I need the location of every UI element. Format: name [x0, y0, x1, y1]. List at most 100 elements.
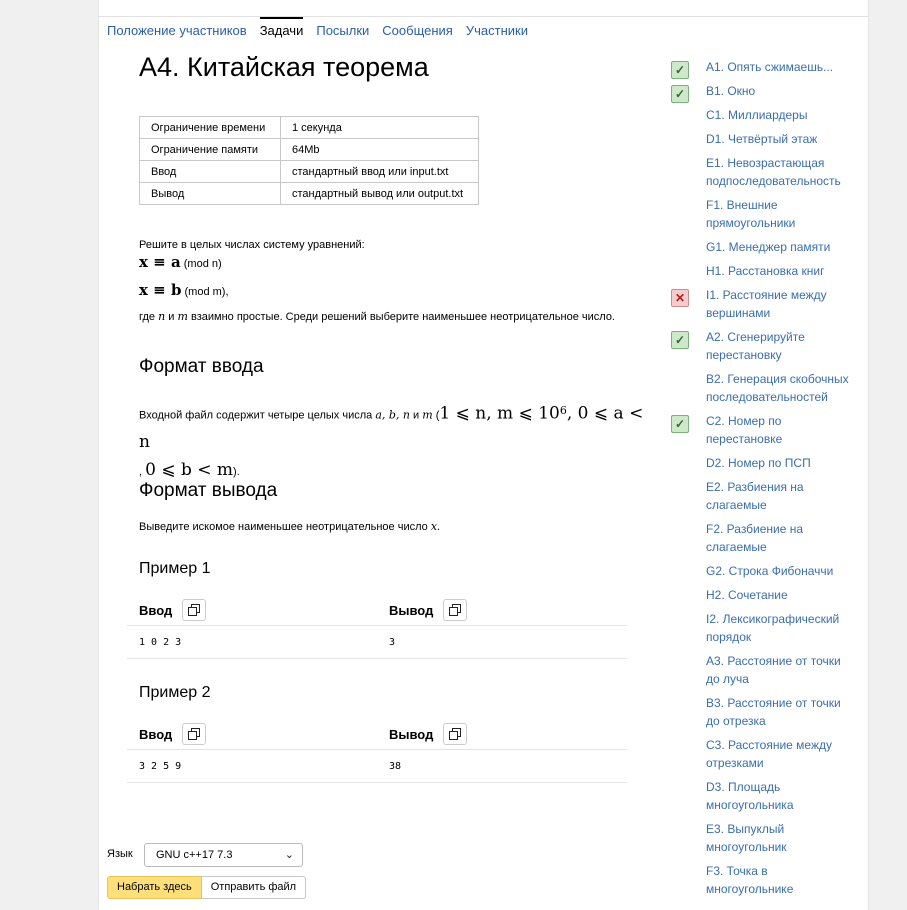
- limit-key: Вывод: [139, 182, 281, 205]
- problem-link-label: D1. Четвёртый этаж: [706, 132, 818, 146]
- input-format-text: Входной файл содержит четыре целых числа…: [139, 398, 649, 485]
- example-input-value: 3 2 5 9: [139, 761, 182, 772]
- problem-link-label: F3. Точка в многоугольнике: [706, 864, 794, 896]
- divider: [127, 625, 627, 626]
- text: .: [437, 521, 441, 533]
- problem-link[interactable]: H2. Сочетание: [671, 586, 851, 604]
- language-label: Язык: [107, 848, 133, 860]
- problem-link[interactable]: ✓ B1. Окно: [671, 82, 851, 103]
- text: взаимно простые. Среди решений выберите …: [187, 311, 615, 323]
- type-here-button[interactable]: Набрать здесь: [107, 876, 202, 899]
- problem-link[interactable]: E3. Выпуклый многоугольник: [671, 820, 851, 856]
- copy-icon[interactable]: [443, 723, 468, 745]
- problem-link[interactable]: E2. Разбиения на слагаемые: [671, 478, 851, 514]
- copy-icon[interactable]: [182, 723, 207, 745]
- problem-link-label: C2. Номер по перестановке: [706, 414, 783, 446]
- language-select[interactable]: GNU c++17 7.3 ⌄: [144, 843, 303, 867]
- copy-icon[interactable]: [443, 599, 468, 621]
- send-file-button[interactable]: Отправить файл: [201, 876, 307, 899]
- divider: [127, 782, 627, 783]
- tab-standings[interactable]: Положение участников: [107, 17, 247, 43]
- example-title: Пример 2: [139, 684, 211, 701]
- tab-messages[interactable]: Сообщения: [382, 17, 453, 43]
- input-format-heading: Формат ввода: [139, 356, 264, 377]
- problem-link[interactable]: A3. Расстояние от точки до луча: [671, 652, 851, 688]
- example-input-header: Ввод: [139, 599, 207, 621]
- problem-link[interactable]: D2. Номер по ПСП: [671, 454, 851, 472]
- example-output-header: Вывод: [389, 599, 468, 621]
- math-expr: 0 ⩽ b < m: [145, 459, 234, 480]
- math-expr: 1 ⩽ n, m ⩽ 10: [439, 403, 560, 424]
- problem-link[interactable]: D3. Площадь многоугольника: [671, 778, 851, 814]
- math-var: a, b, n: [375, 408, 410, 422]
- problem-list: ✓ A1. Опять сжимаешь... ✓ B1. Окно C1. Мил…: [671, 58, 851, 904]
- problem-link-label: G1. Менеджер памяти: [706, 240, 831, 254]
- limit-key: Ограничение времени: [139, 116, 281, 139]
- tab-participants[interactable]: Участники: [466, 17, 528, 43]
- problem-link[interactable]: F3. Точка в многоугольнике: [671, 862, 851, 898]
- example-title: Пример 1: [139, 560, 211, 577]
- contest-tabs: Положение участников Задачи Посылки Сооб…: [107, 17, 528, 43]
- copy-icon[interactable]: [182, 599, 207, 621]
- problem-link-label: I1. Расстояние между вершинами: [706, 288, 827, 320]
- problem-link-label: F2. Разбиение на слагаемые: [706, 522, 804, 554]
- check-icon: ✓: [671, 61, 689, 79]
- problem-link[interactable]: ✓ C2. Номер по перестановке: [671, 412, 851, 448]
- problem-link[interactable]: G1. Менеджер памяти: [671, 238, 851, 256]
- limit-value: 64Mb: [280, 138, 479, 161]
- math-exponent: 6: [559, 404, 567, 417]
- problem-link[interactable]: E1. Невозрастающая подпоследовательность: [671, 154, 851, 190]
- text: Входной файл содержит четыре целых числа: [139, 409, 376, 422]
- problem-link-label: D2. Номер по ПСП: [706, 456, 811, 470]
- cross-icon: ✕: [671, 289, 689, 307]
- example-input-label: Ввод: [139, 602, 173, 618]
- problem-link-label: C3. Расстояние между отрезками: [706, 738, 832, 770]
- problem-link[interactable]: ✕ I1. Расстояние между вершинами: [671, 286, 851, 322]
- table-row: Ограничение памяти 64Mb: [139, 138, 479, 161]
- problem-link[interactable]: B3. Расстояние от точки до отрезка: [671, 694, 851, 730]
- divider: [127, 749, 627, 750]
- problem-link-label: B2. Генерация скобочных последовательнос…: [706, 372, 849, 404]
- problem-link-label: I2. Лексикографический порядок: [706, 612, 840, 644]
- problem-link-label: D3. Площадь многоугольника: [706, 780, 794, 812]
- problem-link[interactable]: C3. Расстояние между отрезками: [671, 736, 851, 772]
- problem-link-label: B3. Расстояние от точки до отрезка: [706, 696, 841, 728]
- problem-link-label: G2. Строка Фибоначчи: [706, 564, 834, 578]
- submit-mode-buttons: Набрать здесь Отправить файл: [107, 876, 307, 899]
- example-input-label: Ввод: [139, 726, 173, 742]
- problem-link[interactable]: I2. Лексикографический порядок: [671, 610, 851, 646]
- problem-link-label: A2. Сгенерируйте перестановку: [706, 330, 805, 362]
- tab-submissions[interactable]: Посылки: [316, 17, 369, 43]
- problem-link[interactable]: B2. Генерация скобочных последовательнос…: [671, 370, 851, 406]
- equation-2: x ≡ b (mod m),: [139, 281, 229, 299]
- problem-link[interactable]: C1. Миллиардеры: [671, 106, 851, 124]
- text: и: [409, 409, 423, 422]
- example-output-label: Вывод: [389, 602, 434, 618]
- example-output-header: Вывод: [389, 723, 468, 745]
- example-output-label: Вывод: [389, 726, 434, 742]
- page-container: Положение участников Задачи Посылки Сооб…: [98, 0, 869, 910]
- limit-value: 1 секунда: [280, 116, 479, 139]
- problem-link[interactable]: F2. Разбиение на слагаемые: [671, 520, 851, 556]
- statement-text-2: где n и m взаимно простые. Среди решений…: [139, 310, 615, 323]
- math-var: m: [422, 408, 433, 422]
- problem-link[interactable]: G2. Строка Фибоначчи: [671, 562, 851, 580]
- problem-link-label: H2. Сочетание: [706, 588, 788, 602]
- problem-link[interactable]: ✓ A1. Опять сжимаешь...: [671, 58, 851, 79]
- text: ).: [233, 465, 240, 478]
- limits-table: Ограничение времени 1 секунда Ограничени…: [139, 116, 479, 205]
- problem-link[interactable]: F1. Внешние прямоугольники: [671, 196, 851, 232]
- tab-problems[interactable]: Задачи: [259, 17, 304, 43]
- problem-link-label: A1. Опять сжимаешь...: [706, 60, 834, 74]
- limit-key: Ограничение памяти: [139, 138, 281, 161]
- limit-value: стандартный вывод или output.txt: [280, 182, 479, 205]
- equation-expr: x ≡ a: [139, 253, 181, 271]
- divider: [127, 658, 627, 659]
- output-format-text: Выведите искомое наименьшее неотрицатель…: [139, 520, 440, 533]
- problem-link[interactable]: ✓ A2. Сгенерируйте перестановку: [671, 328, 851, 364]
- limit-value: стандартный ввод или input.txt: [280, 160, 479, 183]
- problem-link[interactable]: H1. Расстановка книг: [671, 262, 851, 280]
- table-row: Ограничение времени 1 секунда: [139, 116, 479, 139]
- problem-link[interactable]: D1. Четвёртый этаж: [671, 130, 851, 148]
- problem-link-label: E3. Выпуклый многоугольник: [706, 822, 787, 854]
